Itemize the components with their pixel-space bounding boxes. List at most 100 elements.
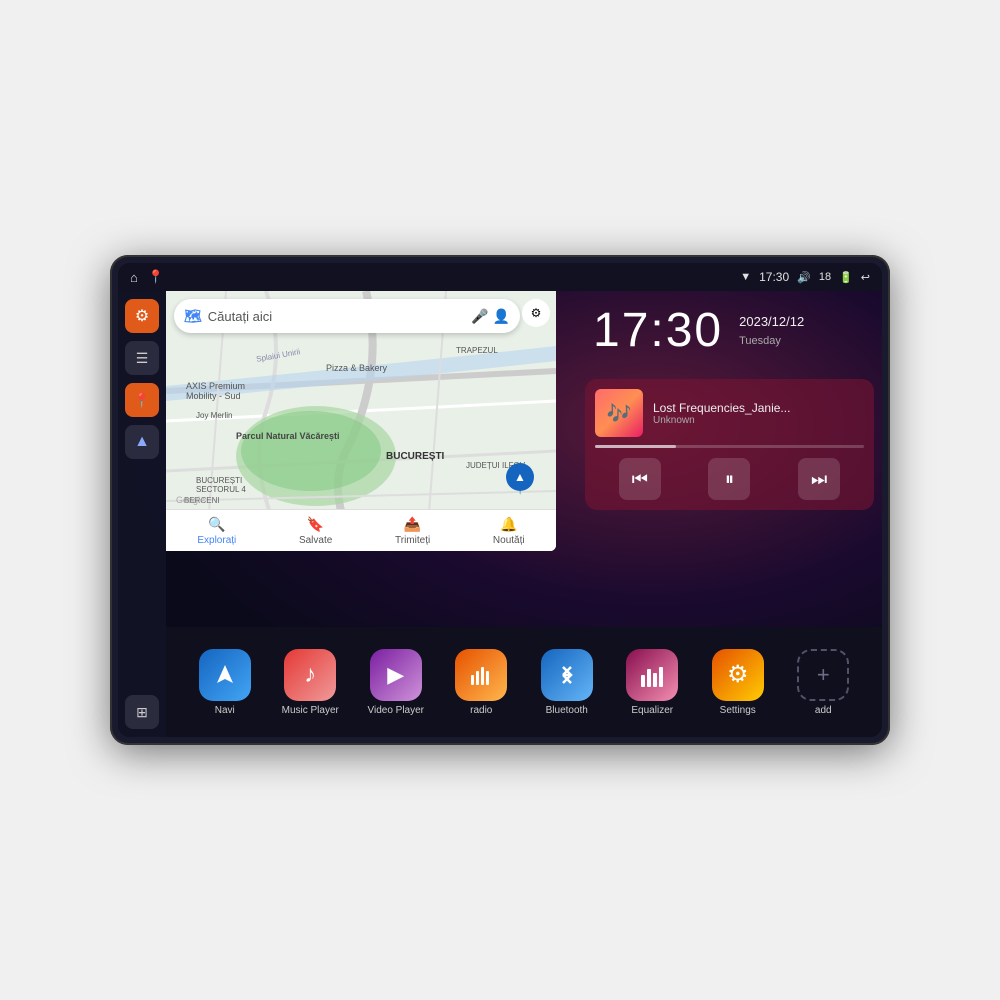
news-label: Noutăți: [493, 535, 525, 546]
sidebar-location-btn[interactable]: 📍: [125, 383, 159, 417]
settings-icon-bg: ⚙: [712, 649, 764, 701]
music-player-label: Music Player: [282, 705, 339, 716]
sidebar-navigate-btn[interactable]: ▲: [125, 425, 159, 459]
map-saved-btn[interactable]: 🔖 Salvate: [299, 516, 332, 546]
clock-date: 2023/12/12 Tuesday: [739, 312, 804, 350]
app-add[interactable]: + add: [788, 649, 858, 716]
map-label-parc: Parcul Natural Văcărești: [236, 431, 340, 441]
app-settings[interactable]: ⚙ Settings: [703, 649, 773, 716]
app-bluetooth[interactable]: Bluetooth: [532, 649, 602, 716]
navi-label: Navi: [215, 705, 235, 716]
sidebar-grid-btn[interactable]: ⊞: [125, 695, 159, 729]
music-track-row: 🎶 Lost Frequencies_Janie... Unknown: [595, 389, 864, 437]
mic-icon[interactable]: 🎤: [471, 308, 488, 325]
bluetooth-label: Bluetooth: [546, 705, 588, 716]
map-settings-btn[interactable]: ⚙: [522, 299, 550, 327]
radio-label: radio: [470, 705, 492, 716]
status-time: 17:30: [759, 270, 789, 284]
plus-icon: +: [817, 662, 830, 688]
settings-label: Settings: [720, 705, 756, 716]
map-gear-icon: ⚙: [531, 306, 542, 320]
equalizer-label: Equalizer: [631, 705, 673, 716]
status-bar-left: ⌂ 📍: [130, 269, 164, 285]
wifi-icon: ▼: [740, 271, 751, 283]
gear-icon: ⚙: [135, 306, 149, 326]
account-icon[interactable]: 👤: [493, 308, 510, 325]
music-player-icon: ♪: [284, 649, 336, 701]
clock-weekday: Tuesday: [739, 333, 804, 351]
next-track-btn[interactable]: ⏭: [798, 458, 840, 500]
sidebar: ⚙ ☰ 📍 ▲ ⊞: [118, 291, 166, 737]
map-label-bucuresti: BUCUREȘTI: [386, 451, 444, 462]
status-bar: ⌂ 📍 ▼ 17:30 🔊 18 🔋 ↩: [118, 263, 882, 291]
google-logo: Google: [176, 495, 205, 505]
map-news-btn[interactable]: 🔔 Noutăți: [493, 516, 525, 546]
add-icon-bg: +: [797, 649, 849, 701]
explore-icon: 🔍: [208, 516, 225, 533]
map-label-trapezul: TRAPEZUL: [456, 346, 498, 355]
app-equalizer[interactable]: Equalizer: [617, 649, 687, 716]
navigate-location-btn[interactable]: ▲: [506, 463, 534, 491]
track-info: Lost Frequencies_Janie... Unknown: [653, 401, 864, 426]
send-label: Trimiteți: [395, 535, 430, 546]
prev-track-btn[interactable]: ⏮: [619, 458, 661, 500]
google-maps-icon: 🗺: [184, 308, 202, 325]
menu-icon: ☰: [136, 350, 149, 367]
saved-label: Salvate: [299, 535, 332, 546]
map-explore-btn[interactable]: 🔍 Explorați: [197, 516, 236, 546]
radio-icon: [455, 649, 507, 701]
app-music-player[interactable]: ♪ Music Player: [275, 649, 345, 716]
skip-forward-icon: ⏭: [811, 469, 827, 490]
saved-icon: 🔖: [307, 516, 324, 533]
album-art-image: 🎶: [607, 401, 632, 426]
settings-gear-icon: ⚙: [727, 660, 749, 689]
main-area: ⚙ ☰ 📍 ▲ ⊞: [118, 291, 882, 737]
app-video-player[interactable]: ▶ Video Player: [361, 649, 431, 716]
home-icon[interactable]: ⌂: [130, 270, 138, 285]
map-pin-icon: 📍: [133, 392, 150, 409]
battery-value: 18: [819, 271, 831, 283]
clock-year: 2023/12/12: [739, 312, 804, 333]
location-icon[interactable]: 📍: [148, 269, 164, 285]
clock-time: 17:30: [593, 307, 723, 355]
bluetooth-svg: [553, 661, 581, 689]
sidebar-settings-btn[interactable]: ⚙: [125, 299, 159, 333]
bluetooth-icon-bg: [541, 649, 593, 701]
skip-back-icon: ⏮: [632, 469, 648, 490]
app-navi[interactable]: Navi: [190, 649, 260, 716]
news-icon: 🔔: [500, 516, 517, 533]
map-container[interactable]: AXIS PremiumMobility - Sud Pizza & Baker…: [166, 291, 556, 551]
play-pause-btn[interactable]: ⏸: [708, 458, 750, 500]
equalizer-icon-bg: [626, 649, 678, 701]
music-widget: 🎶 Lost Frequencies_Janie... Unknown ⏮: [585, 379, 874, 510]
radio-svg: [467, 661, 495, 689]
app-radio[interactable]: radio: [446, 649, 516, 716]
volume-icon: 🔊: [797, 271, 811, 284]
map-label-pizza: Pizza & Bakery: [326, 363, 387, 373]
track-artist: Unknown: [653, 415, 864, 426]
map-search-icons: 🎤 👤: [471, 308, 510, 325]
add-label: add: [815, 705, 832, 716]
music-progress-bar[interactable]: [595, 445, 864, 448]
music-progress-fill: [595, 445, 676, 448]
map-label-sectorul: BUCUREȘTISECTORUL 4: [196, 476, 246, 494]
album-art: 🎶: [595, 389, 643, 437]
equalizer-svg: [638, 663, 666, 687]
play-icon: ▶: [387, 662, 404, 688]
video-player-icon: ▶: [370, 649, 422, 701]
map-label-axis: AXIS PremiumMobility - Sud: [186, 381, 245, 401]
sidebar-menu-btn[interactable]: ☰: [125, 341, 159, 375]
map-search-bar[interactable]: 🗺 Căutați aici 🎤 👤: [174, 299, 520, 333]
back-icon[interactable]: ↩: [861, 271, 870, 284]
status-bar-right: ▼ 17:30 🔊 18 🔋 ↩: [740, 270, 870, 284]
map-bottom-bar: 🔍 Explorați 🔖 Salvate 📤 Trimiteți 🔔 Nout…: [166, 509, 556, 551]
pause-icon: ⏸: [725, 469, 734, 490]
map-send-btn[interactable]: 📤 Trimiteți: [395, 516, 430, 546]
arrow-icon: ▲: [134, 433, 150, 451]
map-label-merlin: Joy Merlin: [196, 411, 232, 420]
send-icon: 📤: [404, 516, 421, 533]
explore-label: Explorați: [197, 535, 236, 546]
video-player-label: Video Player: [367, 705, 424, 716]
map-search-text: Căutați aici: [208, 309, 465, 324]
music-controls: ⏮ ⏸ ⏭: [595, 458, 864, 500]
